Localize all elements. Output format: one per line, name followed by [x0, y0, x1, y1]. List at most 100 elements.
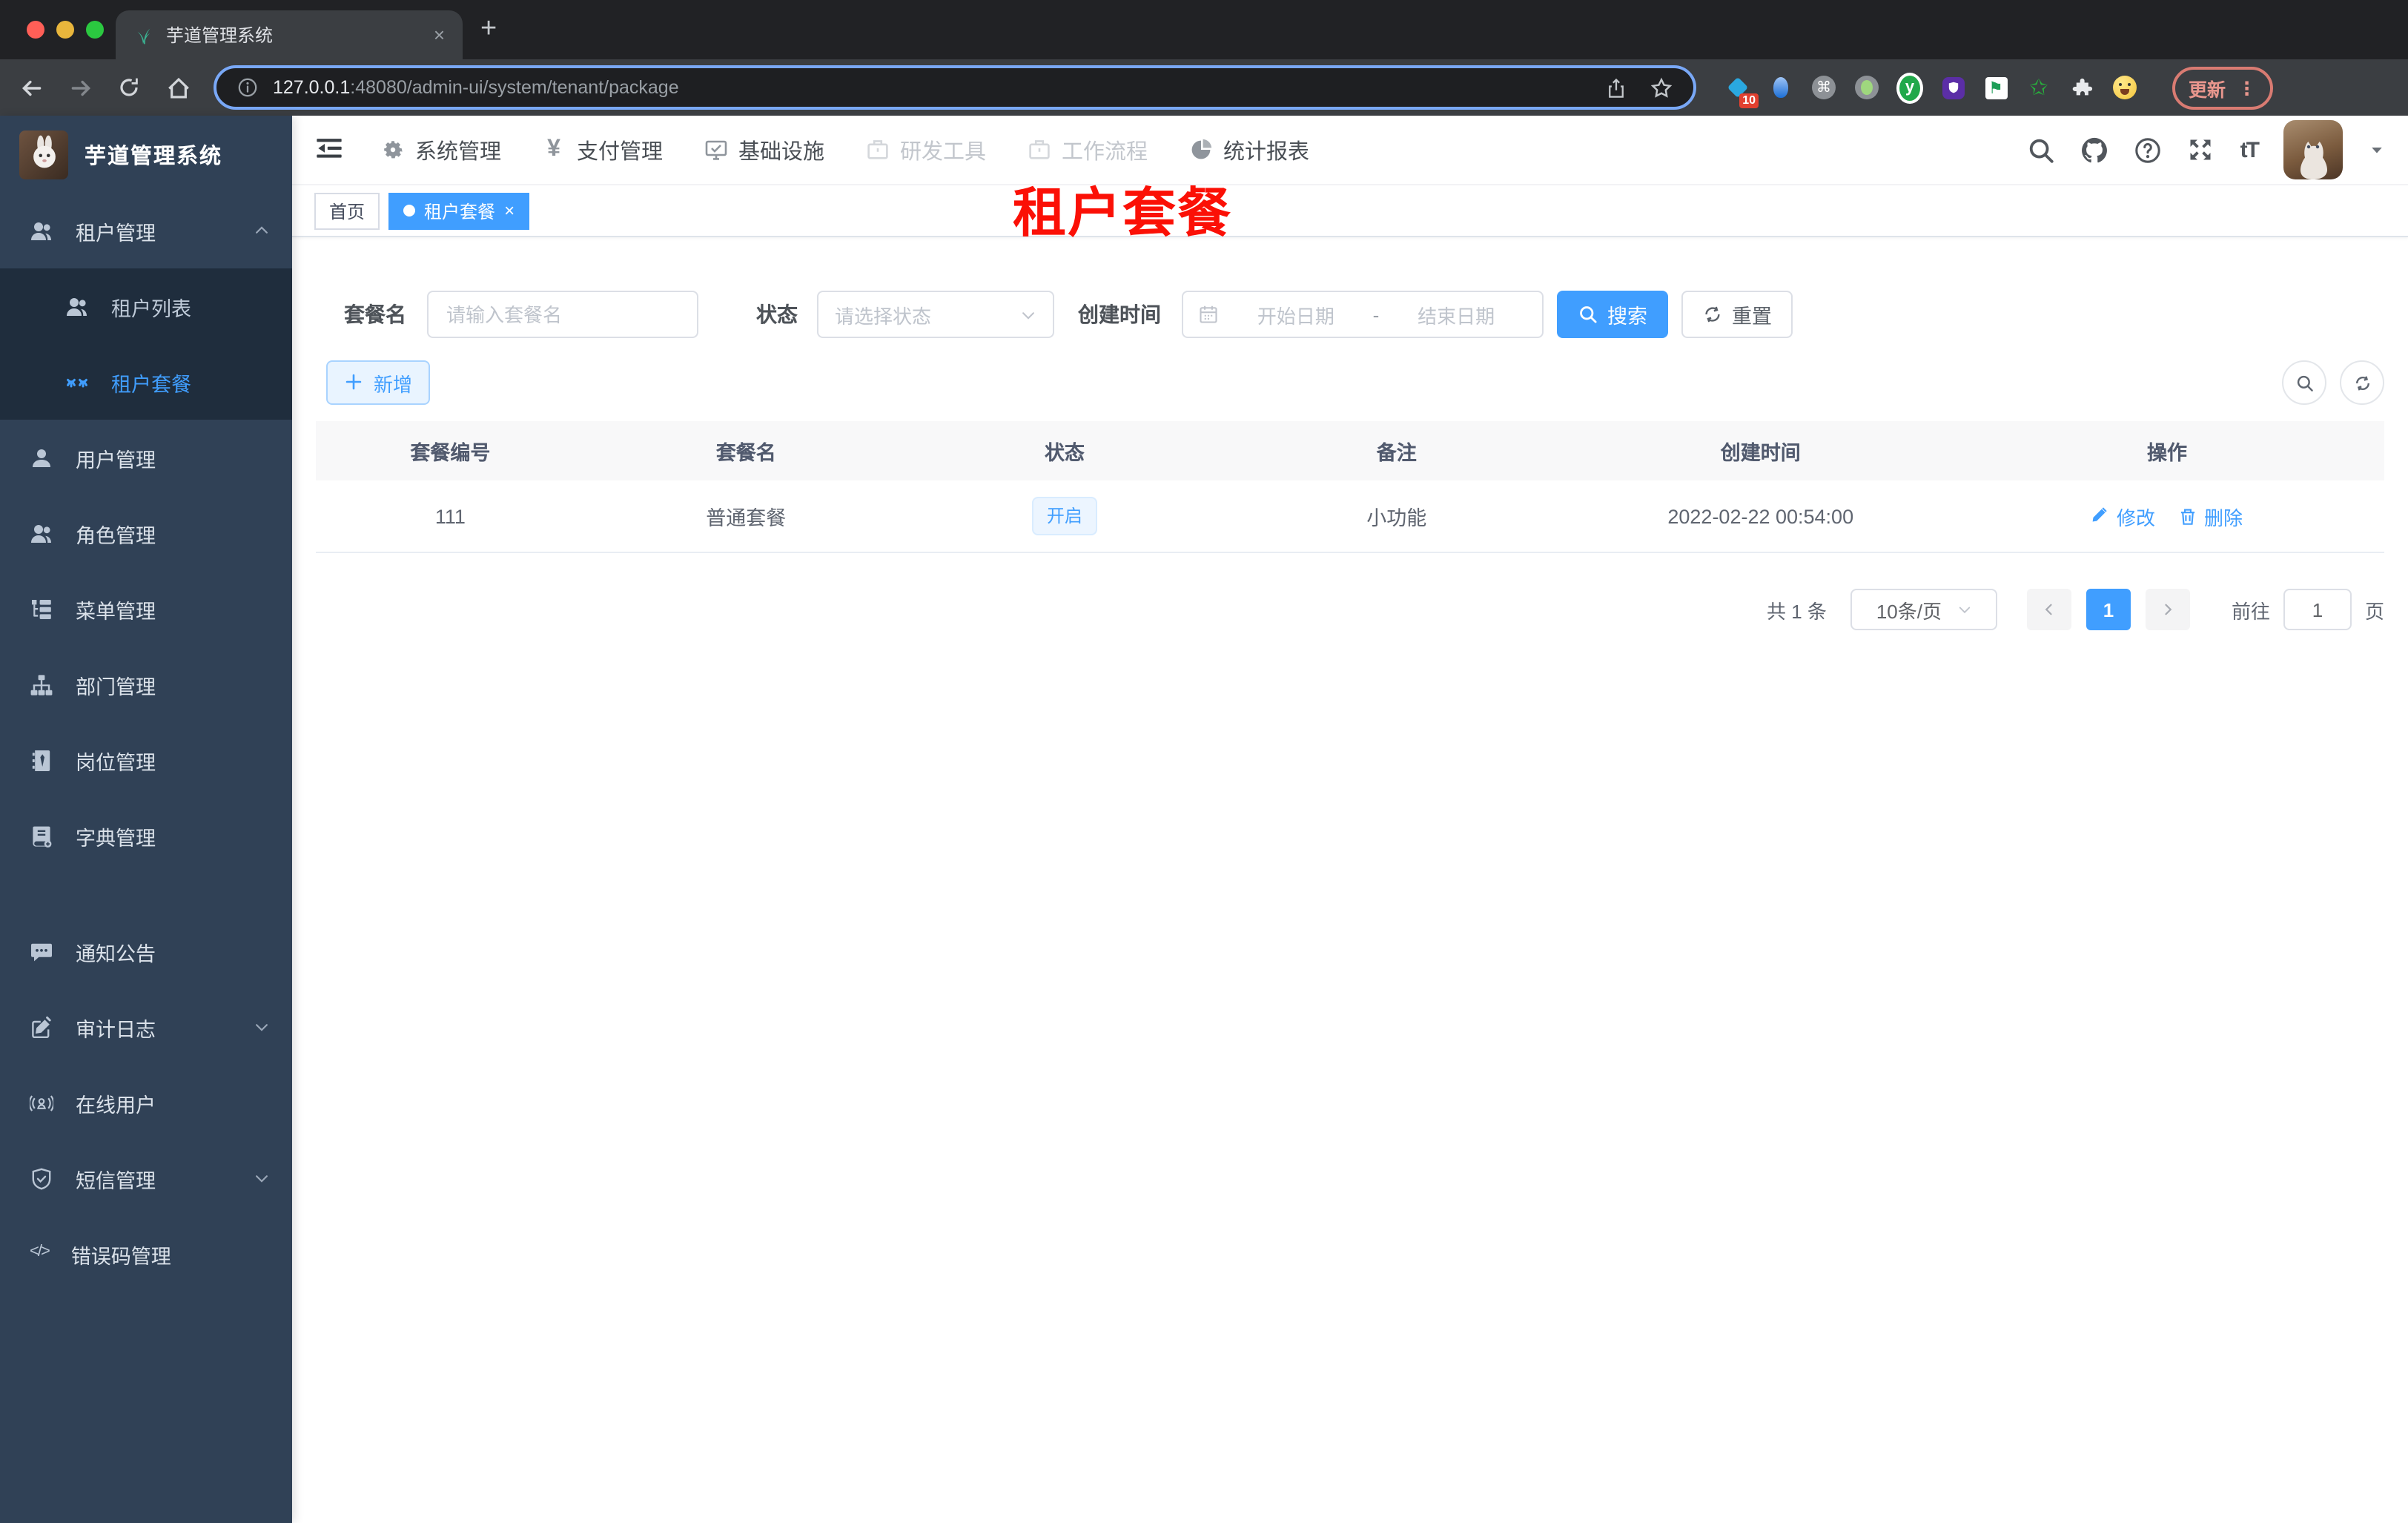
ext-emoji-icon[interactable]: [2111, 74, 2138, 101]
package-name-input[interactable]: [427, 291, 698, 338]
ext-shield-icon[interactable]: [1939, 74, 1966, 101]
user-avatar[interactable]: [2283, 120, 2343, 179]
ext-gem-icon[interactable]: [1767, 74, 1794, 101]
fullscreen-icon[interactable]: [2187, 136, 2215, 164]
page-size-value: 10条/页: [1876, 600, 1942, 622]
cell-name: 普通套餐: [706, 507, 787, 529]
refresh-table-button[interactable]: [2340, 360, 2384, 405]
font-size-icon[interactable]: tT: [2240, 137, 2260, 162]
ext-command-icon[interactable]: ⌘: [1810, 74, 1837, 101]
search-icon: [1578, 304, 1598, 325]
sidebar-item-online-users[interactable]: 在线用户: [0, 1065, 292, 1140]
url-path: :48080/admin-ui/system/tenant/package: [350, 77, 679, 98]
sidebar-item-tenant-mgmt[interactable]: 租户管理: [0, 193, 292, 268]
extension-icons: 10 ⌘ y ⚑ ✩: [1724, 72, 2138, 108]
app-logo[interactable]: 芋道管理系统: [0, 116, 292, 193]
ext-diamond-icon[interactable]: 10: [1724, 74, 1759, 108]
close-window-button[interactable]: [27, 21, 44, 39]
add-label: 新增: [374, 373, 413, 395]
table-toolbar: 新增: [316, 360, 2384, 405]
sidebar-item-label: 岗位管理: [76, 751, 156, 773]
help-icon[interactable]: [2134, 136, 2162, 164]
sidebar-item-sms-mgmt[interactable]: 短信管理: [0, 1140, 292, 1216]
github-icon[interactable]: [2080, 136, 2108, 164]
red-annotation-text: 租户套餐: [1013, 182, 1233, 243]
table-row: 111 普通套餐 开启 小功能 2022-02-22 00:54:00 修改 删…: [316, 480, 2384, 553]
sidebar-item-label: 短信管理: [76, 1169, 156, 1192]
status-select[interactable]: 请选择状态: [817, 291, 1054, 338]
sidebar-item-notice[interactable]: 通知公告: [0, 914, 292, 989]
nav-payment-mgmt[interactable]: ¥ 支付管理: [541, 134, 663, 165]
status-badge[interactable]: 开启: [1031, 497, 1097, 535]
sidebar-item-audit-log[interactable]: 审计日志: [0, 989, 292, 1065]
ext-flag-icon[interactable]: ⚑: [1982, 74, 2009, 101]
tag-tenant-package[interactable]: 租户套餐 ×: [388, 192, 530, 229]
sidebar-item-role-mgmt[interactable]: 角色管理: [0, 495, 292, 571]
home-icon[interactable]: [165, 74, 191, 101]
nav-workflow[interactable]: 工作流程: [1026, 134, 1148, 165]
sidebar-item-errcode-mgmt[interactable]: </> 错误码管理: [0, 1216, 292, 1292]
avatar-caret-icon[interactable]: [2368, 141, 2386, 159]
status-label: 状态: [756, 303, 798, 326]
col-header-name: 套餐名: [715, 442, 776, 464]
date-range-picker[interactable]: 开始日期 - 结束日期: [1182, 291, 1544, 338]
share-icon[interactable]: [1606, 76, 1627, 99]
sidebar-item-post-mgmt[interactable]: 岗位管理: [0, 722, 292, 798]
sidebar-item-tenant-package[interactable]: 租户套餐: [0, 344, 292, 420]
sidebar-item-user-mgmt[interactable]: 用户管理: [0, 420, 292, 495]
browser-menu-icon[interactable]: ⋮: [2237, 76, 2256, 99]
browser-tab[interactable]: 芋道管理系统 ×: [116, 10, 463, 59]
reset-button[interactable]: 重置: [1681, 291, 1793, 338]
bookmark-star-icon[interactable]: [1650, 76, 1673, 99]
calendar-icon: [1198, 304, 1219, 325]
tag-home[interactable]: 首页: [314, 192, 380, 229]
back-icon[interactable]: [18, 74, 44, 101]
goto-page-input[interactable]: [2283, 589, 2352, 630]
next-page-button[interactable]: [2145, 589, 2190, 630]
delete-link[interactable]: 删除: [2179, 502, 2243, 530]
users-icon: [30, 521, 53, 545]
ext-puzzle-icon[interactable]: [2068, 74, 2095, 101]
show-search-button[interactable]: [2282, 360, 2326, 405]
package-icon: [65, 370, 89, 394]
url-bar[interactable]: 127.0.0.1:48080/admin-ui/system/tenant/p…: [214, 65, 1696, 110]
nav-statistics[interactable]: 统计报表: [1188, 134, 1309, 165]
ext-green-dot-icon[interactable]: [1853, 74, 1880, 101]
new-tab-button[interactable]: +: [480, 15, 497, 43]
tab-close-icon[interactable]: ×: [434, 24, 445, 46]
maximize-window-button[interactable]: [86, 21, 104, 39]
nav-system-mgmt[interactable]: 系统管理: [380, 134, 501, 165]
browser-update-button[interactable]: 更新 ⋮: [2172, 66, 2273, 109]
minimize-window-button[interactable]: [56, 21, 74, 39]
sidebar-item-dict-mgmt[interactable]: 字典管理: [0, 798, 292, 873]
table-tools: [2282, 360, 2384, 405]
search-icon[interactable]: [2027, 136, 2055, 164]
add-button[interactable]: 新增: [326, 360, 431, 405]
col-header-actions: 操作: [2146, 442, 2187, 464]
edit-link[interactable]: 修改: [2091, 502, 2155, 530]
tree-list-icon: [30, 597, 53, 621]
forward-icon[interactable]: [67, 74, 93, 101]
nav-dev-tools[interactable]: 研发工具: [864, 134, 986, 165]
page-size-select[interactable]: 10条/页: [1850, 589, 1997, 630]
collapse-sidebar-icon[interactable]: [314, 135, 344, 165]
date-start-placeholder[interactable]: 开始日期: [1225, 300, 1367, 328]
page-number-button[interactable]: 1: [2086, 589, 2131, 630]
search-button[interactable]: 搜索: [1557, 291, 1668, 338]
ext-y-icon[interactable]: y: [1896, 72, 1923, 103]
search-label: 搜索: [1607, 305, 1647, 328]
date-end-placeholder[interactable]: 结束日期: [1385, 300, 1527, 328]
sidebar-item-tenant-list[interactable]: 租户列表: [0, 268, 292, 344]
prev-page-button[interactable]: [2026, 589, 2071, 630]
sidebar-item-label: 用户管理: [76, 449, 156, 471]
tag-close-icon[interactable]: ×: [504, 200, 515, 221]
url-text[interactable]: 127.0.0.1:48080/admin-ui/system/tenant/p…: [273, 77, 679, 98]
site-info-icon[interactable]: [237, 77, 258, 98]
sidebar-item-menu-mgmt[interactable]: 菜单管理: [0, 571, 292, 647]
url-actions: [1606, 76, 1673, 99]
pie-chart-icon: [1188, 137, 1213, 162]
reload-icon[interactable]: [116, 74, 142, 101]
ext-star-icon[interactable]: ✩: [2025, 74, 2052, 101]
nav-infrastructure[interactable]: 基础设施: [703, 134, 824, 165]
sidebar-item-dept-mgmt[interactable]: 部门管理: [0, 647, 292, 722]
